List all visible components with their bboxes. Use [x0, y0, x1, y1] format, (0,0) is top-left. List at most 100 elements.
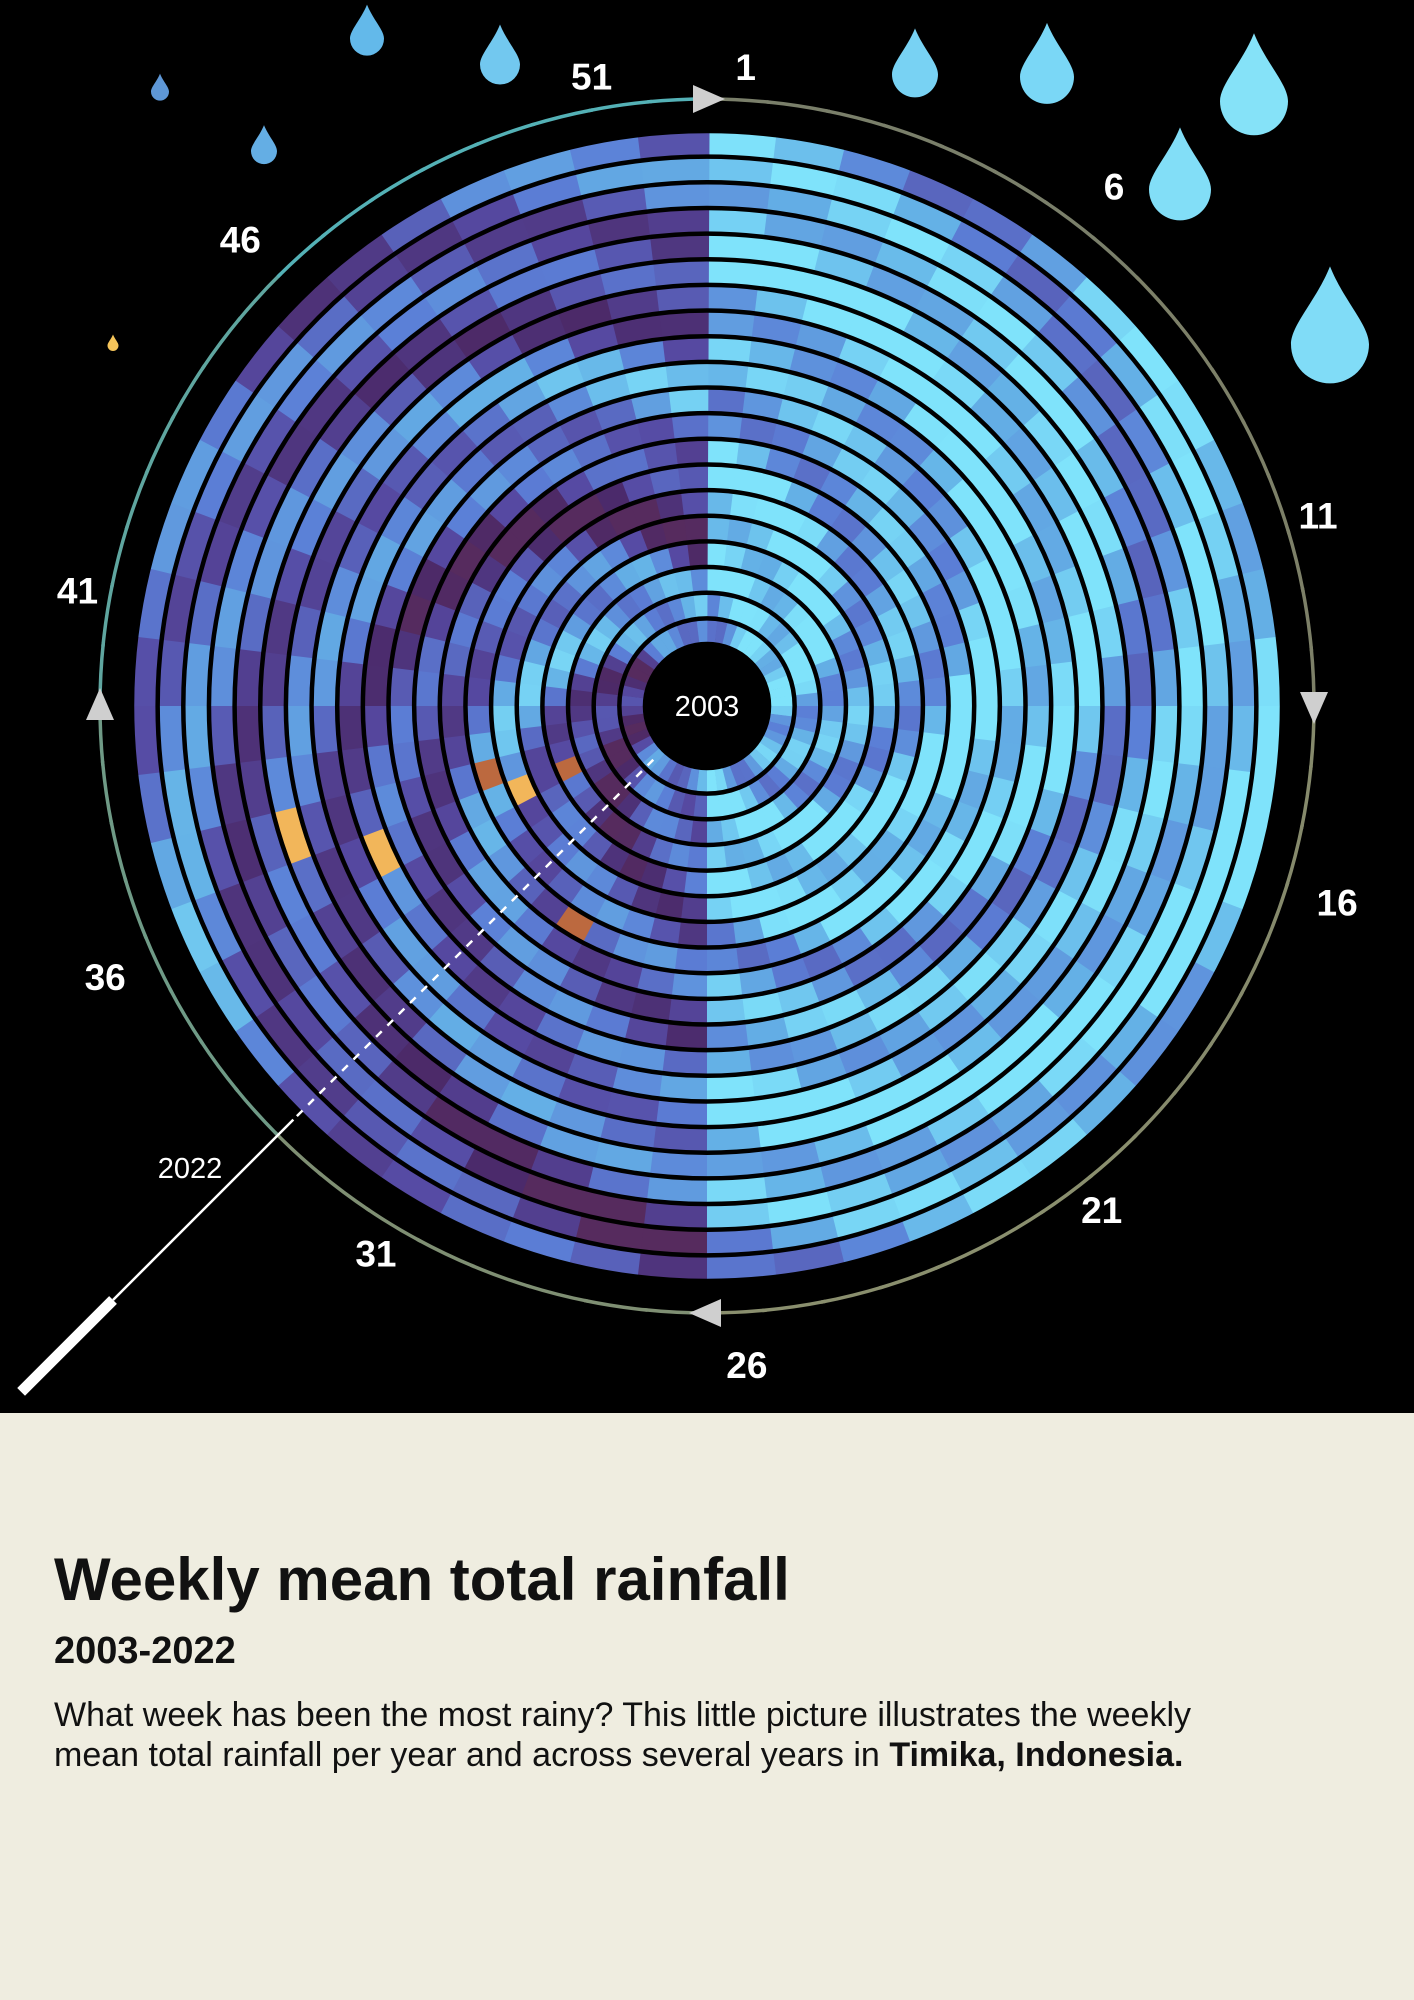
week-axis-arc	[100, 761, 114, 825]
week-cell-2007-1	[707, 515, 731, 543]
week-cell-2008-27	[680, 894, 707, 922]
year-pointer-handle	[17, 1296, 117, 1396]
page-title: Weekly mean total rainfall	[54, 1546, 790, 1613]
rain-drop-icon	[251, 125, 277, 165]
week-axis-arc	[474, 122, 536, 147]
week-cell-2007-52	[684, 515, 708, 543]
week-axis-arc	[1210, 367, 1246, 425]
first-year-label: 2003	[675, 691, 740, 723]
week-axis-arc	[144, 415, 176, 475]
week-axis-arc	[1090, 235, 1141, 282]
week-axis-arc	[124, 469, 150, 531]
week-cell-2007-13	[870, 683, 898, 707]
week-cell-2007-26	[706, 869, 730, 897]
week-axis-arc	[198, 1038, 240, 1093]
direction-arrow-icon	[689, 1299, 721, 1327]
week-cell-2008-26	[706, 894, 734, 922]
week-cell-2008-40	[491, 679, 519, 706]
week-axis-arc	[170, 364, 207, 421]
week-axis-arc	[820, 1285, 884, 1304]
week-axis-arc	[200, 316, 242, 370]
week-cell-2010-14	[946, 706, 975, 740]
rain-drop-icon	[350, 4, 384, 56]
week-axis-arc	[317, 1171, 371, 1213]
week-axis-arc	[762, 1299, 826, 1313]
chart-panel: 1 6 11 16 21 26 31 36 41 46 51 2022 2003	[0, 0, 1414, 1413]
week-cell-2010-39	[439, 704, 468, 739]
week-cell-2010-13	[946, 673, 975, 708]
rain-drop-icon	[151, 73, 169, 101]
week-axis-arc	[1134, 275, 1181, 326]
week-axis-arc	[588, 99, 652, 113]
week-axis-arc	[1172, 1042, 1214, 1096]
week-axis-arc	[142, 933, 174, 993]
direction-arrow-icon	[693, 85, 725, 113]
week-cell-2007-27	[683, 869, 707, 897]
week-axis-arc	[233, 1086, 280, 1137]
week-cell-2008-1	[707, 490, 734, 518]
week-tick-label: 11	[1298, 496, 1337, 537]
week-tick-label: 31	[355, 1234, 396, 1275]
week-axis-arc	[123, 877, 148, 939]
week-cell-2007-14	[870, 706, 898, 730]
week-axis-arc	[1240, 419, 1272, 479]
week-cell-2007-40	[516, 682, 544, 706]
center-hub: 2003	[649, 648, 765, 764]
rain-drop-icon	[107, 334, 119, 351]
week-cell-2009-26	[705, 920, 737, 948]
week-axis-arc	[1286, 529, 1305, 593]
week-cell-2006-52	[687, 541, 708, 569]
week-cell-2010-52	[674, 438, 709, 467]
week-axis-arc	[368, 167, 426, 203]
week-axis-arc	[584, 1298, 648, 1312]
week-tick-label: 6	[1104, 166, 1125, 207]
week-axis-arc	[988, 1209, 1046, 1245]
week-tick-label: 51	[571, 56, 612, 97]
week-tick-label: 46	[220, 219, 261, 260]
week-axis-arc	[109, 525, 130, 588]
week-axis-arc	[938, 143, 998, 175]
week-cell-2010-1	[707, 438, 741, 467]
week-axis-arc	[1266, 473, 1291, 535]
week-axis-arc	[1238, 937, 1270, 997]
week-axis-arc	[1299, 765, 1313, 829]
week-cell-2008-14	[895, 706, 923, 733]
week-cell-2006-39	[542, 705, 570, 726]
week-axis-arc	[420, 141, 480, 173]
week-axis-arc	[236, 272, 283, 323]
rain-drop-icon	[1149, 127, 1211, 221]
week-axis-arc	[1264, 881, 1290, 943]
week-axis-arc	[530, 108, 594, 127]
week-axis-arc	[992, 169, 1049, 206]
week-axis-arc	[526, 1283, 589, 1304]
week-tick-label: 26	[726, 1345, 767, 1386]
year-pointer-line	[112, 1118, 295, 1301]
week-tick-label: 16	[1317, 882, 1358, 923]
week-axis-arc	[1300, 587, 1314, 651]
week-axis-arc	[1087, 1133, 1138, 1180]
spiral-rainfall-chart: 161116212631364146512022 2003	[17, 4, 1369, 1396]
week-cell-2009-39	[465, 704, 493, 736]
week-axis-arc	[1174, 319, 1216, 374]
week-axis-arc	[109, 819, 128, 883]
rain-drop-icon	[892, 28, 938, 98]
week-tick-label: 1	[735, 47, 756, 88]
week-cell-2006-13	[844, 686, 872, 707]
week-axis-arc	[320, 197, 375, 239]
week-cell-2010-26	[705, 945, 740, 974]
week-axis-arc	[168, 987, 204, 1045]
week-axis-arc	[882, 123, 944, 149]
rain-drop-icon	[1020, 22, 1074, 104]
location-label: Timika, Indonesia.	[889, 1736, 1184, 1774]
direction-arrow-icon	[1300, 692, 1328, 724]
week-cell-2009-14	[921, 706, 949, 737]
rain-drop-icon	[1291, 266, 1369, 384]
description: What week has been the most rainy? This …	[54, 1695, 1234, 1775]
week-tick-label: 21	[1081, 1190, 1122, 1231]
week-axis-arc	[276, 232, 327, 279]
week-cell-2008-52	[680, 490, 708, 518]
direction-arrow-icon	[86, 688, 114, 720]
last-year-label: 2022	[158, 1153, 223, 1185]
week-cell-2009-27	[676, 920, 707, 948]
week-cell-2010-40	[439, 672, 468, 706]
